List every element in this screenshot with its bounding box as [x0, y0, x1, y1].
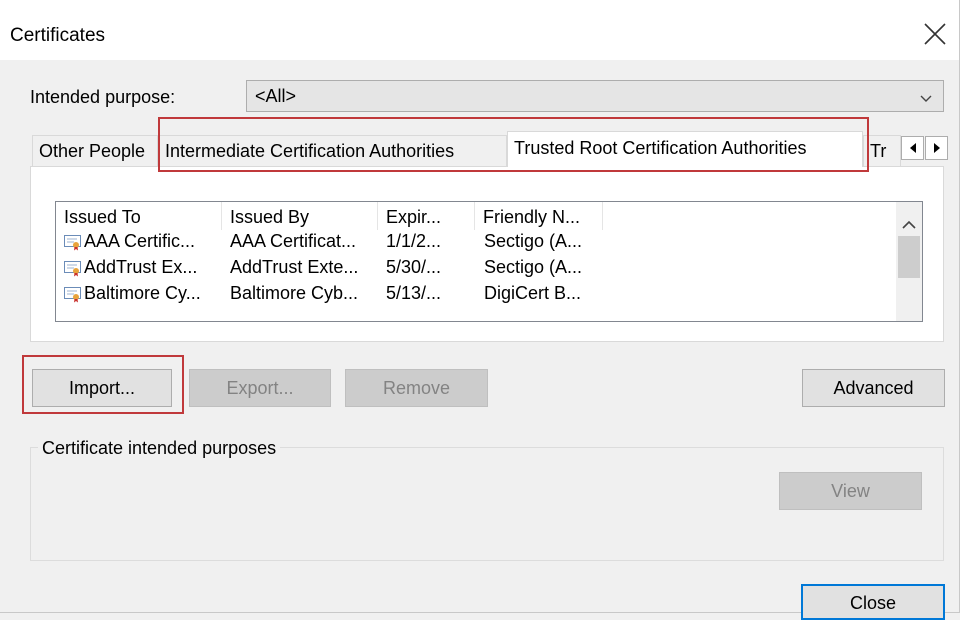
import-button[interactable]: Import...: [32, 369, 172, 407]
export-button[interactable]: Export...: [189, 369, 331, 407]
chevron-down-icon: [919, 90, 933, 104]
advanced-button[interactable]: Advanced: [802, 369, 945, 407]
cell-issued-by: Baltimore Cyb...: [230, 283, 359, 303]
intended-purpose-label: Intended purpose:: [30, 87, 176, 107]
certificate-icon: [64, 286, 82, 303]
cell-issued-to: AddTrust Ex...: [84, 257, 198, 277]
cell-friendly-name: DigiCert B...: [484, 283, 582, 303]
close-button[interactable]: Close: [801, 584, 945, 620]
certificate-icon: [64, 234, 82, 251]
table-row[interactable]: Baltimore Cy... Baltimore Cyb... 5/13/..…: [56, 281, 896, 307]
tab-other-people[interactable]: Other People: [32, 135, 158, 166]
cell-issued-by: AAA Certificat...: [230, 231, 357, 251]
tab-label: Intermediate Certification Authorities: [165, 141, 455, 161]
tab-trusted-root-certification-authorities[interactable]: Trusted Root Certification Authorities: [507, 131, 863, 167]
tab-label: Other People: [39, 141, 146, 161]
column-issued-to[interactable]: Issued To: [56, 202, 222, 230]
cell-expiration: 5/13/...: [386, 283, 442, 303]
tab-scroll-left-button[interactable]: [901, 136, 924, 160]
group-title: Certificate intended purposes: [38, 438, 281, 459]
cell-issued-by: AddTrust Exte...: [230, 257, 359, 277]
cell-expiration: 5/30/...: [386, 257, 442, 277]
tab-scroll-right-button[interactable]: [925, 136, 948, 160]
tab-panel: Issued To Issued By Expir... Friendly N.…: [30, 166, 944, 342]
table-row[interactable]: AddTrust Ex... AddTrust Exte... 5/30/...…: [56, 255, 896, 281]
tab-strip: Other People Intermediate Certification …: [32, 131, 950, 167]
cell-issued-to: AAA Certific...: [84, 231, 196, 251]
list-scrollbar[interactable]: [896, 202, 922, 321]
tab-label: Trusted Root Certification Authorities: [514, 138, 807, 158]
cell-issued-to: Baltimore Cy...: [84, 283, 201, 303]
tab-trusted-publishers[interactable]: Tr: [863, 135, 901, 166]
intended-purpose-select[interactable]: <All>: [246, 80, 944, 112]
remove-button[interactable]: Remove: [345, 369, 488, 407]
list-header: Issued To Issued By Expir... Friendly N.…: [56, 202, 896, 230]
table-row[interactable]: AAA Certific... AAA Certificat... 1/1/2.…: [56, 229, 896, 255]
view-button[interactable]: View: [779, 472, 922, 510]
close-icon[interactable]: [922, 21, 948, 47]
certificate-icon: [64, 260, 82, 277]
certificate-list[interactable]: Issued To Issued By Expir... Friendly N.…: [55, 201, 923, 322]
title-bar: Certificates: [0, 0, 959, 60]
tab-scroll-arrows: [901, 136, 949, 162]
cell-friendly-name: Sectigo (A...: [484, 257, 583, 277]
tab-intermediate-certification-authorities[interactable]: Intermediate Certification Authorities: [158, 135, 507, 166]
scrollbar-thumb[interactable]: [898, 236, 920, 278]
cell-expiration: 1/1/2...: [386, 231, 442, 251]
column-expiration[interactable]: Expir...: [378, 202, 475, 230]
intended-purpose-value: <All>: [255, 86, 297, 106]
certificates-dialog: Certificates Intended purpose: <All> Oth…: [0, 0, 960, 620]
dialog-title: Certificates: [10, 25, 106, 46]
scroll-up-icon[interactable]: [902, 214, 916, 235]
tab-label: Tr: [870, 141, 887, 161]
cell-friendly-name: Sectigo (A...: [484, 231, 583, 251]
column-issued-by[interactable]: Issued By: [222, 202, 378, 230]
column-friendly-name[interactable]: Friendly N...: [475, 202, 603, 230]
